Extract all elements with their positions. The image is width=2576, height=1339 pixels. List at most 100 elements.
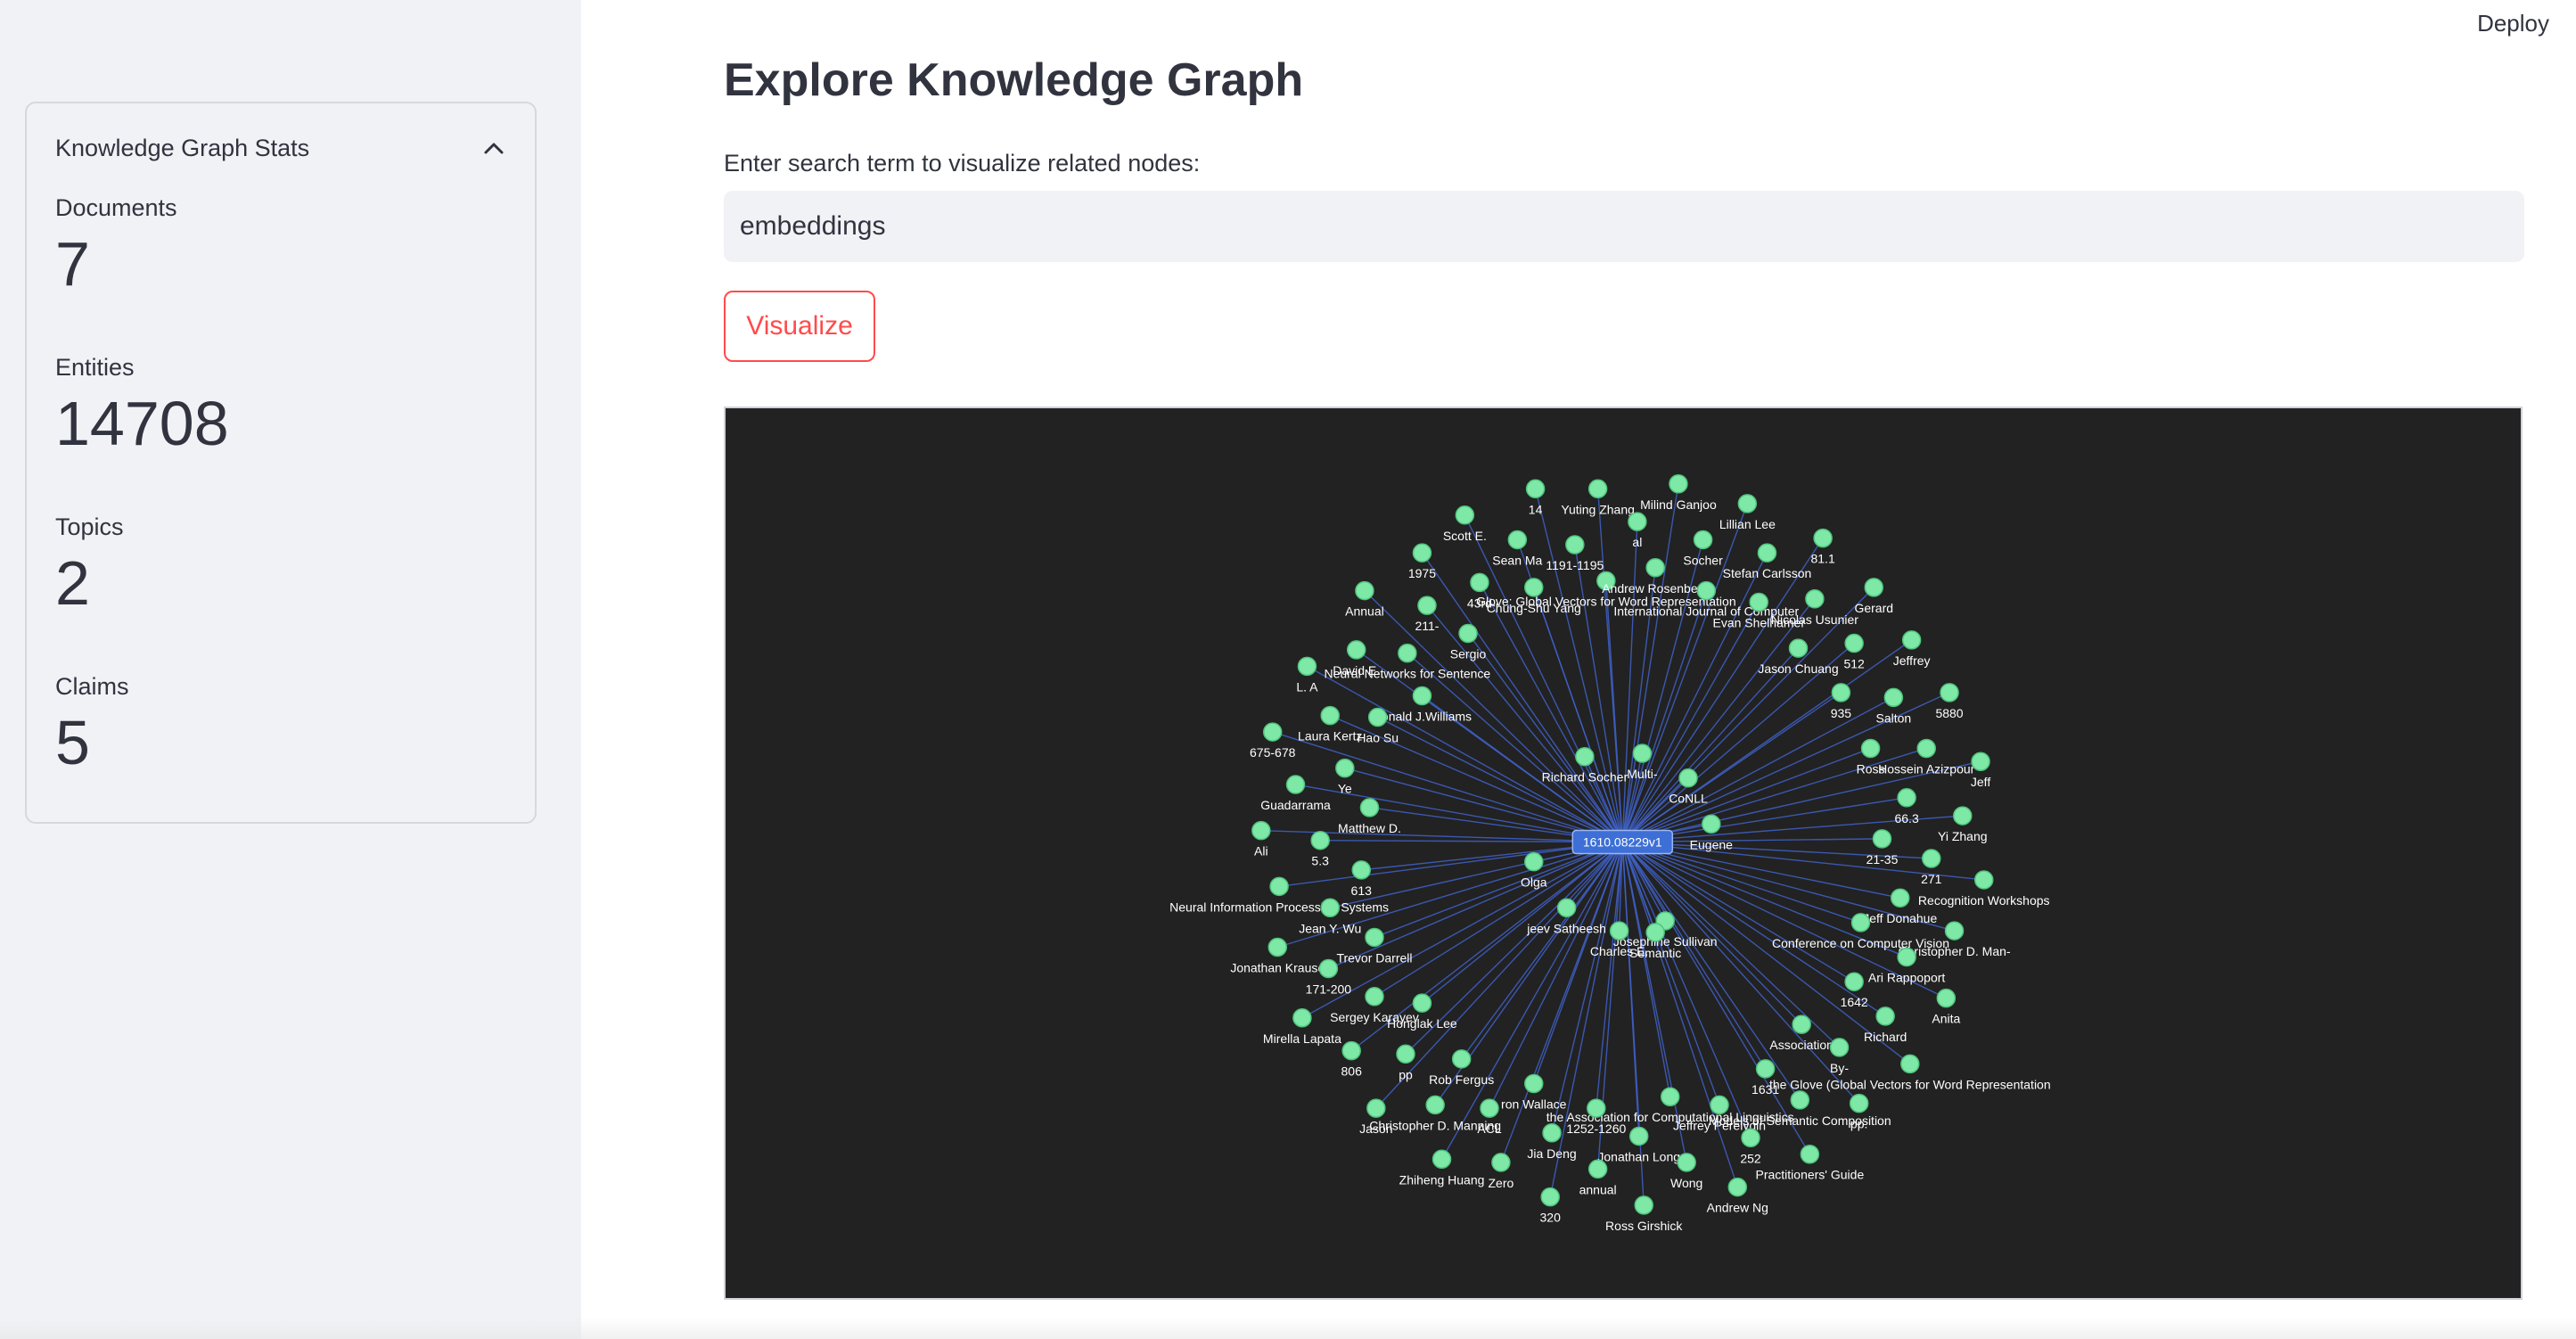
graph-node-dot[interactable] xyxy=(1645,923,1665,942)
graph-node-dot[interactable] xyxy=(1634,1195,1653,1215)
graph-node-dot[interactable] xyxy=(1792,1015,1811,1034)
graph-node[interactable]: Zero xyxy=(1488,1153,1514,1190)
graph-node[interactable]: 271 xyxy=(1921,849,1942,886)
graph-node-dot[interactable] xyxy=(1727,1177,1748,1197)
graph-node-dot[interactable] xyxy=(1346,640,1366,660)
graph-node-dot[interactable] xyxy=(1805,589,1825,609)
graph-node[interactable]: Jason Chuang xyxy=(1758,638,1839,676)
graph-node[interactable]: Annual xyxy=(1345,580,1384,619)
graph-node[interactable]: Yi Zhang xyxy=(1938,806,1988,843)
graph-node-dot[interactable] xyxy=(1953,806,1973,826)
graph-node[interactable]: Milind Ganjoo xyxy=(1640,474,1717,512)
graph-node-dot[interactable] xyxy=(1412,543,1432,563)
graph-node[interactable]: By- xyxy=(1829,1038,1850,1075)
graph-node-dot[interactable] xyxy=(1749,592,1768,612)
graph-node-dot[interactable] xyxy=(1922,849,1941,868)
graph-node-dot[interactable] xyxy=(1491,1153,1511,1172)
graph-canvas[interactable]: 14 Yuting Zhang Milind Ganjoo Lillian Lee Sc… xyxy=(724,407,2523,1300)
graph-node[interactable]: al xyxy=(1628,512,1647,549)
graph-node-dot[interactable] xyxy=(1524,851,1544,872)
graph-node-dot[interactable] xyxy=(1587,479,1608,499)
graph-node-dot[interactable] xyxy=(1367,707,1388,727)
graph-node-dot[interactable] xyxy=(1417,596,1437,615)
graph-node-dot[interactable] xyxy=(1524,1073,1544,1094)
graph-node-dot[interactable] xyxy=(1351,860,1371,880)
graph-node-dot[interactable] xyxy=(1829,1038,1850,1057)
graph-node[interactable]: 512 xyxy=(1843,633,1865,671)
graph-node-dot[interactable] xyxy=(1556,898,1577,918)
graph-node[interactable]: 935 xyxy=(1831,683,1852,720)
graph-node-dot[interactable] xyxy=(1628,512,1647,531)
graph-node[interactable]: Association xyxy=(1769,1015,1834,1052)
graph-node-dot[interactable] xyxy=(1800,1144,1820,1164)
graph-node-dot[interactable] xyxy=(1693,530,1713,550)
graph-node[interactable]: Olga xyxy=(1521,851,1547,890)
graph-node[interactable]: 1191-1195 xyxy=(1546,535,1604,572)
graph-node-dot[interactable] xyxy=(1678,768,1698,788)
graph-node-dot[interactable] xyxy=(1355,580,1374,601)
graph-node-dot[interactable] xyxy=(1872,829,1892,849)
graph-node-dot[interactable] xyxy=(1320,898,1340,918)
graph-node[interactable]: annual xyxy=(1579,1159,1617,1196)
graph-node-dot[interactable] xyxy=(1285,775,1306,794)
graph-node-dot[interactable] xyxy=(1632,743,1653,763)
graph-node-dot[interactable] xyxy=(1883,687,1904,708)
graph-node-dot[interactable] xyxy=(1710,1095,1729,1115)
graph-node-dot[interactable] xyxy=(1609,921,1629,941)
graph-node[interactable]: Sean Ma xyxy=(1492,530,1543,567)
graph-node-dot[interactable] xyxy=(1297,656,1317,677)
graph-node-dot[interactable] xyxy=(1267,937,1287,957)
graph-node-dot[interactable] xyxy=(1575,746,1595,767)
graph-node-dot[interactable] xyxy=(1897,947,1916,967)
graph-node[interactable]: Eugene xyxy=(1690,814,1733,851)
graph-node-dot[interactable] xyxy=(1741,1128,1760,1148)
graph-node-dot[interactable] xyxy=(1916,738,1936,759)
graph-node-dot[interactable] xyxy=(1365,927,1384,948)
graph-node[interactable]: 211- xyxy=(1415,596,1440,633)
graph-node-dot[interactable] xyxy=(1425,1095,1445,1115)
graph-node-dot[interactable] xyxy=(1320,705,1340,726)
graph-node-dot[interactable] xyxy=(1677,1153,1696,1172)
knowledge-graph[interactable]: 14 Yuting Zhang Milind GanjooLillian Lee Sc… xyxy=(726,408,2521,1298)
graph-node-dot[interactable] xyxy=(1359,798,1380,817)
graph-node-dot[interactable] xyxy=(1944,921,1965,941)
graph-node-dot[interactable] xyxy=(1737,494,1758,513)
graph-node-dot[interactable] xyxy=(1875,1006,1895,1026)
graph-node-dot[interactable] xyxy=(1757,543,1777,563)
graph-node-dot[interactable] xyxy=(1660,1087,1680,1106)
graph-node-dot[interactable] xyxy=(1628,1126,1649,1146)
graph-node[interactable]: Rob Fergus xyxy=(1429,1049,1494,1087)
graph-node[interactable]: Andrew Ng xyxy=(1707,1177,1768,1215)
graph-node[interactable]: ron Wallace xyxy=(1501,1073,1567,1111)
graph-node[interactable]: the Glove (Global Vectors for Word Repre… xyxy=(1769,1054,2051,1091)
graph-node-dot[interactable] xyxy=(1645,558,1665,578)
graph-node-dot[interactable] xyxy=(1936,988,1957,1008)
graph-node[interactable]: 252 xyxy=(1740,1128,1761,1165)
graph-center-node[interactable]: 1610.08229v1 xyxy=(1571,829,1674,855)
visualize-button[interactable]: Visualize xyxy=(724,291,875,362)
graph-node[interactable]: 613 xyxy=(1351,860,1373,898)
graph-node-dot[interactable] xyxy=(1507,530,1528,550)
graph-node[interactable]: Sergio xyxy=(1450,623,1487,661)
graph-node-dot[interactable] xyxy=(1451,1049,1472,1069)
graph-node[interactable]: Jonathan Krause xyxy=(1230,937,1325,975)
graph-node[interactable]: 806 xyxy=(1341,1040,1363,1079)
graph-node-dot[interactable] xyxy=(1341,1040,1361,1061)
graph-node-dot[interactable] xyxy=(1412,993,1432,1013)
graph-node-dot[interactable] xyxy=(1480,1098,1499,1118)
graph-node-dot[interactable] xyxy=(1973,870,1994,890)
graph-node-dot[interactable] xyxy=(1849,1093,1869,1113)
graph-node-dot[interactable] xyxy=(1365,987,1384,1006)
graph-node-dot[interactable] xyxy=(1470,572,1489,593)
graph-node[interactable]: 5.3 xyxy=(1310,830,1330,868)
graph-node[interactable]: 320 xyxy=(1540,1187,1562,1225)
graph-node-dot[interactable] xyxy=(1318,958,1339,979)
graph-node-dot[interactable] xyxy=(1565,535,1585,554)
graph-node-dot[interactable] xyxy=(1844,633,1864,653)
graph-node-dot[interactable] xyxy=(1251,820,1271,841)
graph-node-dot[interactable] xyxy=(1540,1187,1560,1207)
graph-node-dot[interactable] xyxy=(1696,580,1717,601)
graph-node-dot[interactable] xyxy=(1310,830,1330,850)
graph-node[interactable]: Ross Girshick xyxy=(1605,1195,1683,1233)
graph-node[interactable]: Matthew D. xyxy=(1338,798,1401,835)
